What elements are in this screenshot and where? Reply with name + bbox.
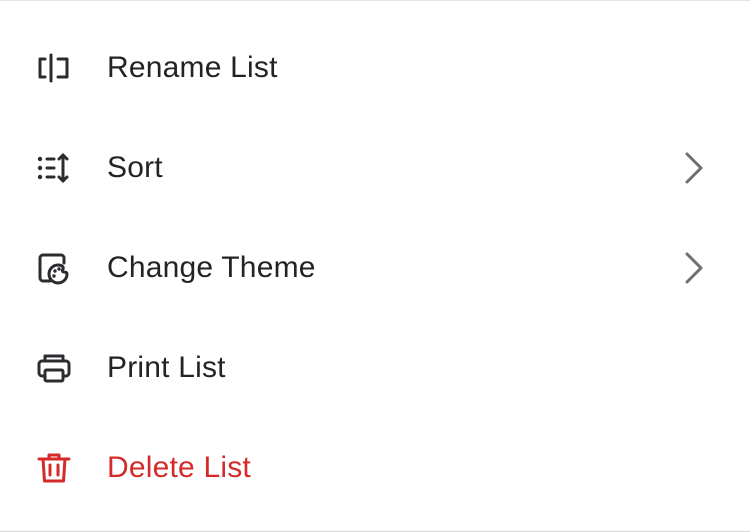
printer-icon bbox=[36, 351, 72, 385]
menu-item-sort[interactable]: Sort bbox=[0, 118, 750, 218]
menu-item-label: Sort bbox=[107, 151, 163, 184]
menu-item-change-theme[interactable]: Change Theme bbox=[0, 218, 750, 318]
menu-item-print-list[interactable]: Print List bbox=[0, 318, 750, 418]
rename-icon bbox=[36, 51, 72, 85]
chevron-right-icon bbox=[680, 251, 708, 285]
menu-item-delete-list[interactable]: Delete List bbox=[0, 418, 750, 518]
menu-item-label: Delete List bbox=[107, 451, 251, 484]
sort-icon bbox=[36, 151, 72, 185]
menu-item-rename-list[interactable]: Rename List bbox=[0, 18, 750, 118]
trash-icon bbox=[36, 451, 72, 485]
menu-item-label: Print List bbox=[107, 351, 226, 384]
menu-item-label: Rename List bbox=[107, 51, 278, 84]
theme-palette-icon bbox=[36, 251, 72, 285]
list-options-menu: Rename List Sort Change Theme Print List… bbox=[0, 0, 750, 532]
chevron-right-icon bbox=[680, 151, 708, 185]
menu-item-label: Change Theme bbox=[107, 251, 316, 284]
